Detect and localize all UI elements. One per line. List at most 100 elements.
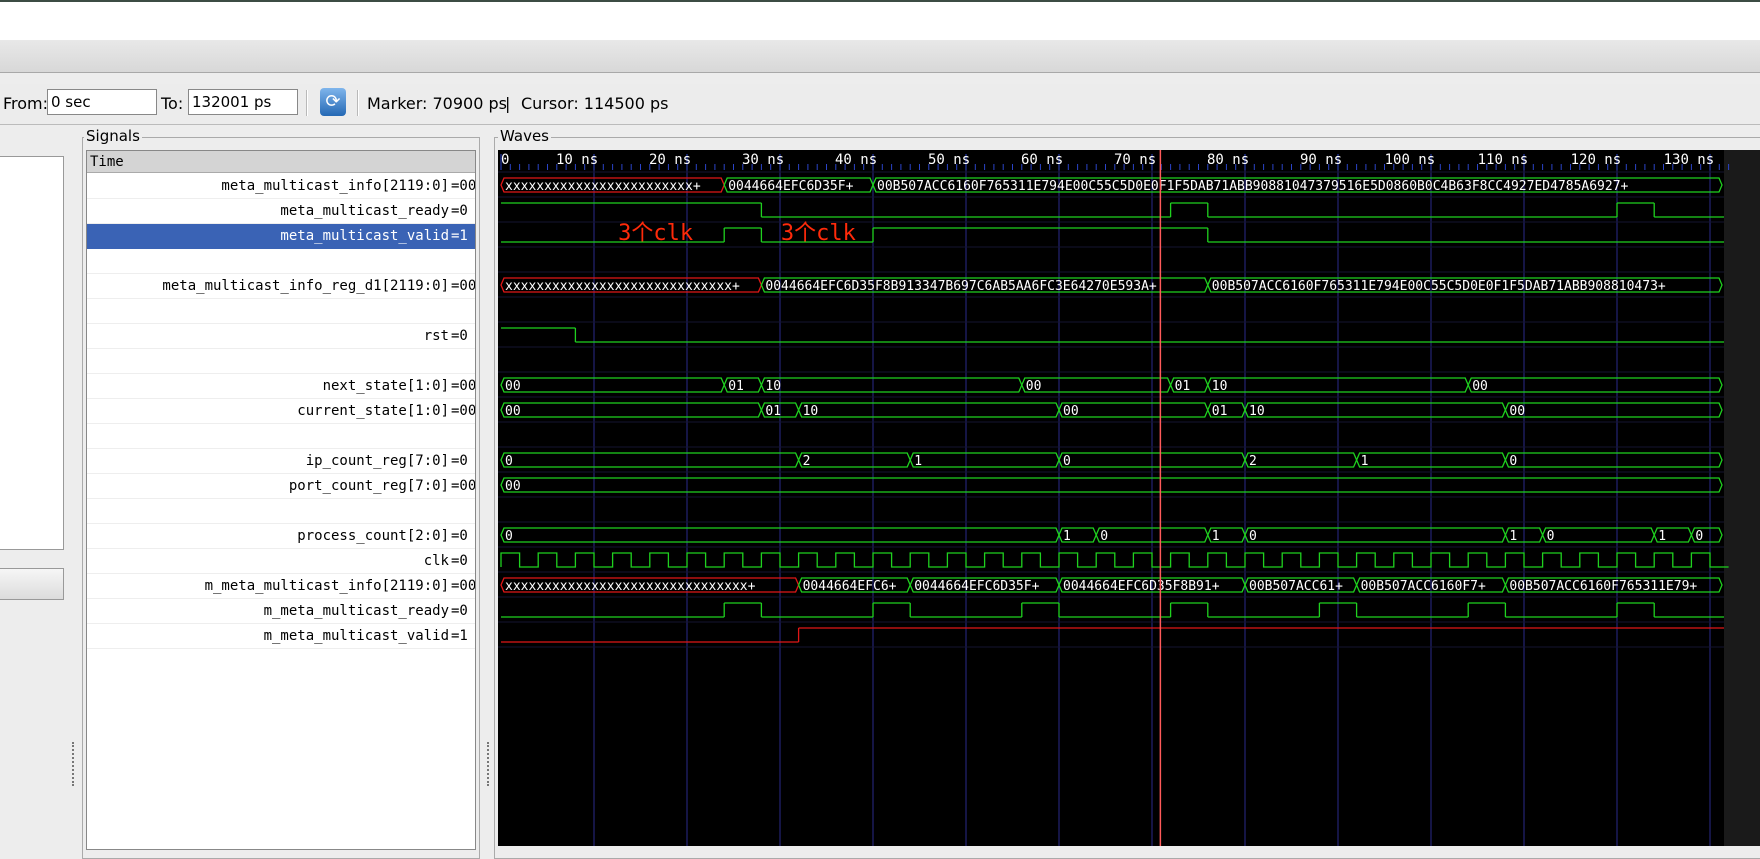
bus-value-label: xxxxxxxxxxxxxxxxxxxxxxxxxxxxxxx+ xyxy=(505,579,756,594)
bus-value-label: 01 xyxy=(1175,379,1191,394)
bus-value-label: 00B507ACC6160F765311E794E00C55C5D0E0F1F5… xyxy=(877,179,1629,194)
hierarchy-panel[interactable] xyxy=(0,156,64,550)
waves-title: Waves xyxy=(498,127,551,145)
toolbar-separator xyxy=(306,90,308,116)
signal-row[interactable]: next_state[1:0] =00 xyxy=(87,374,475,399)
marker-readout: Marker: 70900 ps xyxy=(367,94,507,113)
signal-row[interactable]: meta_multicast_valid =1 xyxy=(87,224,475,249)
signal-name: m_meta_multicast_ready xyxy=(263,603,449,619)
bus-value-label: 1 xyxy=(1212,529,1220,544)
bus-value-label: 0 xyxy=(1695,529,1703,544)
signal-row[interactable]: current_state[1:0] =00 xyxy=(87,399,475,424)
signal-value: =0 xyxy=(451,203,468,219)
bus-value-label: 01 xyxy=(728,379,744,394)
ruler-tick-label: 10 ns xyxy=(556,152,598,168)
signal-value: =00 xyxy=(451,403,475,419)
bus-segment: xxxxxxxxxxxxxxxxxxxxxxxx+ xyxy=(500,177,725,194)
bus-value-label: 0044664EFC6D35F8B913347B697C6AB5AA6FC3E6… xyxy=(765,279,1157,294)
bus-segment: xxxxxxxxxxxxxxxxxxxxxxxxxxxxx+ xyxy=(500,277,763,294)
signal-row-empty[interactable] xyxy=(87,299,475,324)
ruler-tick-label: 70 ns xyxy=(1114,152,1156,168)
bus-value-label: 1 xyxy=(1063,529,1071,544)
bus-value-label: 1 xyxy=(1658,529,1666,544)
signal-row-empty[interactable] xyxy=(87,349,475,374)
bus-value-label: 10 xyxy=(1212,379,1228,394)
signal-name: rst xyxy=(423,328,449,344)
bus-value-label: 01 xyxy=(1212,404,1228,419)
bus-segment: xxxxxxxxxxxxxxxxxxxxxxxxxxxxxxx+ xyxy=(500,577,800,594)
signal-value: =00 xyxy=(451,378,475,394)
time-header: Time xyxy=(87,151,475,173)
signal-row-empty[interactable] xyxy=(87,424,475,449)
splitter-handle[interactable] xyxy=(487,742,493,786)
splitter-handle[interactable] xyxy=(72,742,78,786)
signal-value: =00 xyxy=(451,478,475,494)
bus-value-label: 0 xyxy=(1100,529,1108,544)
signal-value: =0044 xyxy=(451,278,475,294)
signal-row[interactable]: port_count_reg[7:0] =00 xyxy=(87,474,475,499)
ruler-tick-label: 90 ns xyxy=(1300,152,1342,168)
bus-segment: 0044664EFC6D35F+ xyxy=(909,577,1060,594)
signal-row[interactable]: rst =0 xyxy=(87,324,475,349)
refresh-icon[interactable]: ⟳ xyxy=(320,88,346,116)
bus-value-label: 0 xyxy=(1249,529,1257,544)
bus-value-label: 0 xyxy=(1509,454,1517,469)
signal-name: ip_count_reg[7:0] xyxy=(305,453,449,469)
signal-value: =0 xyxy=(451,328,468,344)
from-label: From: xyxy=(3,94,49,113)
bus-value-label: xxxxxxxxxxxxxxxxxxxxxxxxxxxxx+ xyxy=(505,279,740,294)
ruler-tick-label: 110 ns xyxy=(1478,152,1529,168)
bus-value-label: 0 xyxy=(1547,529,1555,544)
signals-list[interactable]: Time meta_multicast_info[2119:0]=00B5met… xyxy=(86,150,476,850)
signal-row[interactable]: m_meta_multicast_valid =1 xyxy=(87,624,475,649)
signal-row-empty[interactable] xyxy=(87,249,475,274)
signal-row[interactable]: meta_multicast_ready =0 xyxy=(87,199,475,224)
ruler-tick-label: 20 ns xyxy=(649,152,691,168)
bus-value-label: 10 xyxy=(765,379,781,394)
bus-segment: 00B507ACC61+ xyxy=(1244,577,1358,594)
bus-value-label: 00B507ACC61+ xyxy=(1249,579,1343,594)
signal-row[interactable]: process_count[2:0] =0 xyxy=(87,524,475,549)
bus-value-label: 00 xyxy=(505,404,521,419)
from-input[interactable] xyxy=(47,89,157,115)
to-input[interactable] xyxy=(188,89,298,115)
bus-value-label: 00 xyxy=(505,379,521,394)
bus-value-label: 2 xyxy=(803,454,811,469)
signal-value: =0044 xyxy=(451,578,475,594)
bus-value-label: 00 xyxy=(1472,379,1488,394)
bus-value-label: 00B507ACC6160F7+ xyxy=(1361,579,1486,594)
annotation-text: 3个clk xyxy=(618,221,693,246)
signal-name: m_meta_multicast_info[2119:0] xyxy=(204,578,449,594)
signal-name: meta_multicast_valid xyxy=(280,228,449,244)
bus-value-label: 0 xyxy=(505,454,513,469)
waveform-canvas[interactable]: 0 10 ns 20 ns 30 ns 40 ns 50 ns 60 ns 70 ns 80 n… xyxy=(498,150,1760,846)
bus-segment: 0044664EFC6D35F+ xyxy=(723,177,874,194)
bus-value-label: 00B507ACC6160F765311E79+ xyxy=(1509,579,1697,594)
bus-value-label: 1 xyxy=(1361,454,1369,469)
signal-name: port_count_reg[7:0] xyxy=(288,478,449,494)
signal-row[interactable]: meta_multicast_info_reg_d1[2119:0]=0044 xyxy=(87,274,475,299)
signal-row[interactable]: m_meta_multicast_ready =0 xyxy=(87,599,475,624)
toolbar: From: To: ⟳ Marker: 70900 ps | Cursor: 1… xyxy=(0,84,1760,125)
signal-value: =1 xyxy=(451,228,468,244)
signals-title: Signals xyxy=(84,127,142,145)
signal-row-empty[interactable] xyxy=(87,499,475,524)
bus-value-label: 0044664EFC6D35F+ xyxy=(728,179,853,194)
hierarchy-button[interactable] xyxy=(0,568,64,600)
signal-row[interactable]: ip_count_reg[7:0] =0 xyxy=(87,449,475,474)
bus-value-label: 10 xyxy=(1249,404,1265,419)
to-label: To: xyxy=(161,94,184,113)
toolbar-divider: | xyxy=(505,94,511,113)
bus-value-label: 01 xyxy=(765,404,781,419)
signal-row[interactable]: m_meta_multicast_info[2119:0]=0044 xyxy=(87,574,475,599)
bus-segment: 00B507ACC6160F765311E79+ xyxy=(1504,577,1723,594)
bus-segment: 0044664EFC6D35F8B91+ xyxy=(1058,577,1246,594)
bus-value-label: 10 xyxy=(803,404,819,419)
signal-name: clk xyxy=(423,553,449,569)
signal-row[interactable]: meta_multicast_info[2119:0]=00B5 xyxy=(87,174,475,199)
signal-row[interactable]: clk =0 xyxy=(87,549,475,574)
signal-value: =0 xyxy=(451,528,468,544)
signal-name: process_count[2:0] xyxy=(297,528,449,544)
bus-value-label: xxxxxxxxxxxxxxxxxxxxxxxx+ xyxy=(505,179,701,194)
bus-value-label: 0044664EFC6D35F+ xyxy=(914,579,1039,594)
